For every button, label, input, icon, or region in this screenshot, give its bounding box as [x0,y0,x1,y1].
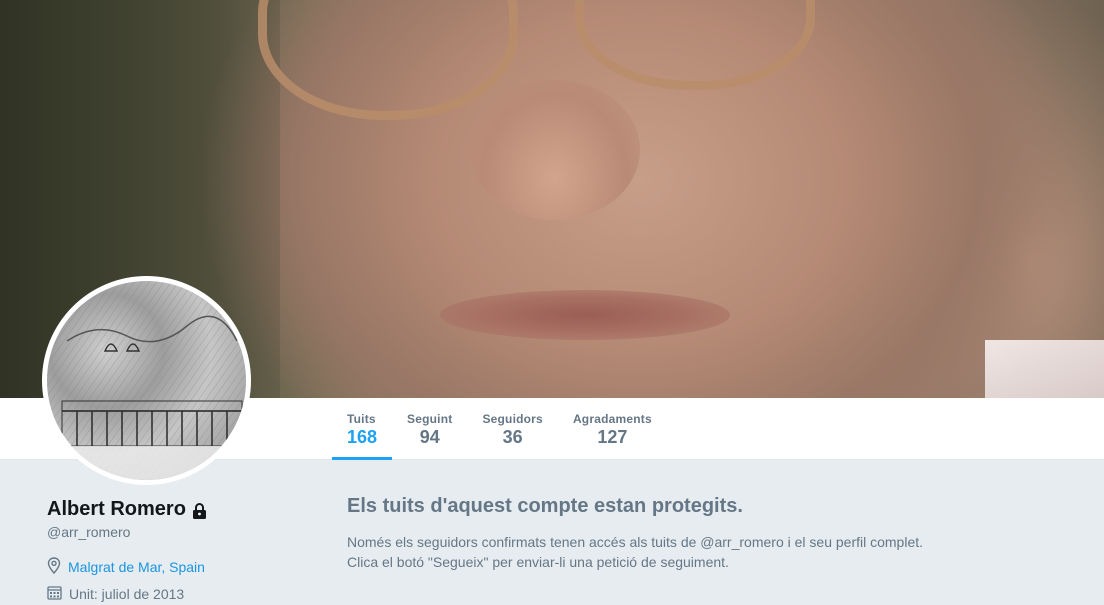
tab-agradaments-count: 127 [597,427,628,447]
tab-seguint-count: 94 [419,427,440,447]
avatar-sketch [47,281,246,480]
protected-line-1: Només els seguidors confirmats tenen acc… [347,534,924,550]
tab-seguidors-label: Seguidors [482,412,543,426]
profile-joined: Unit: juliol de 2013 [47,585,184,603]
profile-location: Malgrat de Mar, Spain [47,557,205,577]
tab-agradaments[interactable]: Agradaments 127 [558,398,667,460]
header-photo-glasses-right [575,0,815,90]
lock-icon [192,502,207,519]
profile-stats: Tuits 168 Seguint 94 Seguidors 36 Agrada… [332,398,667,460]
profile-name-text: Albert Romero [47,498,186,520]
tab-seguint-label: Seguint [407,412,453,426]
tab-seguidors-count: 36 [502,427,523,447]
profile-handle[interactable]: @arr_romero [47,524,130,540]
header-photo-collar [985,340,1104,398]
avatar[interactable] [42,276,251,485]
tab-tuits-count: 168 [347,427,378,447]
profile-name[interactable]: Albert Romero [47,498,207,521]
tab-tuits[interactable]: Tuits 168 [332,398,393,460]
header-photo-nose [470,80,640,220]
avatar-image [47,281,246,480]
tab-tuits-label: Tuits [347,412,376,426]
protected-title: Els tuits d'aquest compte estan protegit… [347,495,743,517]
tab-seguint[interactable]: Seguint 94 [392,398,467,460]
joined-date: Unit: juliol de 2013 [69,586,185,602]
location-link[interactable]: Malgrat de Mar, Spain [68,559,205,575]
protected-description: Només els seguidors confirmats tenen acc… [347,532,967,572]
protected-line-2: Clica el botó "Segueix" per enviar-li un… [347,554,729,570]
header-photo-glasses-left [258,0,518,120]
location-pin-icon [47,557,61,577]
tab-agradaments-label: Agradaments [572,412,652,426]
calendar-icon [47,585,62,603]
header-photo-mouth [440,290,730,340]
tab-seguidors[interactable]: Seguidors 36 [467,398,557,460]
